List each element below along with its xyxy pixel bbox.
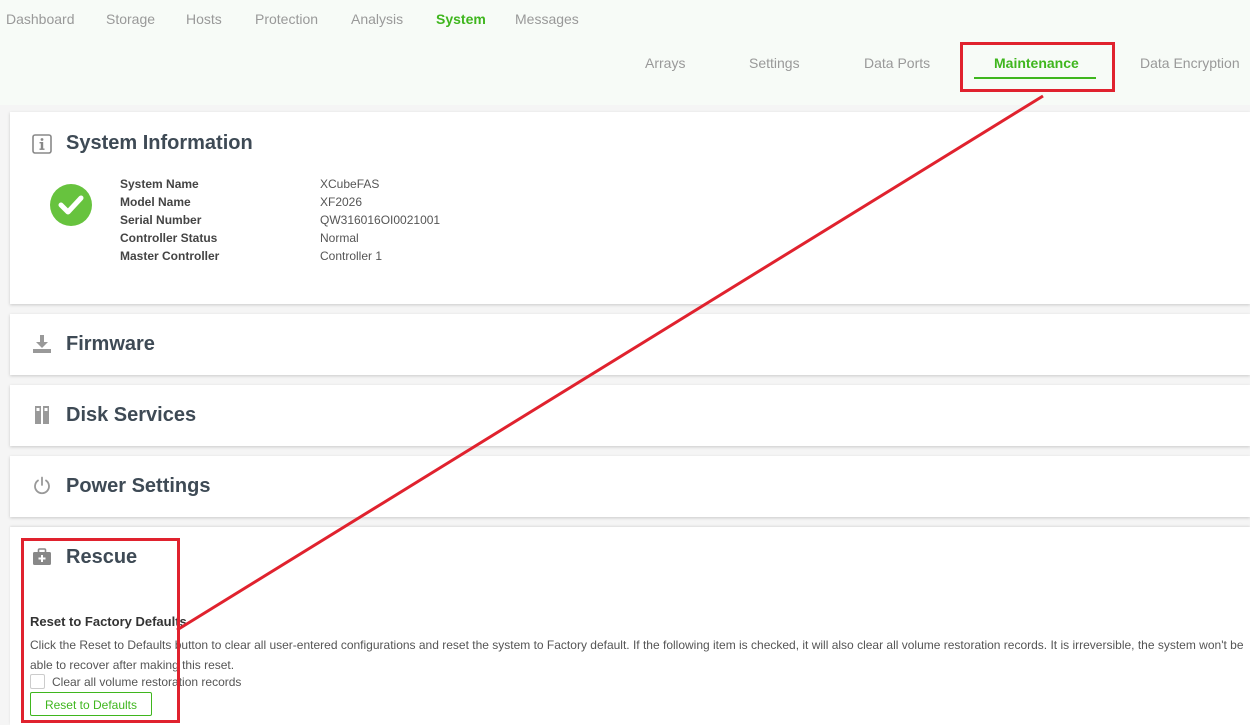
disk-icon <box>35 406 49 424</box>
nav-analysis[interactable]: Analysis <box>351 11 403 27</box>
maintenance-highlight-box <box>960 42 1115 92</box>
rescue-panel: Rescue Reset to Factory Defaults Click t… <box>10 527 1250 725</box>
controller-status-label: Controller Status <box>120 231 218 245</box>
info-icon <box>32 134 52 154</box>
panel-title: Power Settings <box>66 475 211 497</box>
master-controller-value: Controller 1 <box>320 249 383 263</box>
model-name-label: Model Name <box>120 195 191 209</box>
nav-storage[interactable]: Storage <box>106 11 155 27</box>
nav-system[interactable]: System <box>436 11 486 27</box>
nav-hosts[interactable]: Hosts <box>186 11 222 27</box>
system-name-value: XCubeFAS <box>320 177 380 191</box>
check-circle-icon <box>50 184 92 226</box>
serial-number-value: QW316016OI0021001 <box>320 213 441 227</box>
tab-data-encryption[interactable]: Data Encryption <box>1140 55 1240 71</box>
tab-settings[interactable]: Settings <box>749 55 800 71</box>
firmware-panel[interactable]: Firmware <box>10 314 1250 375</box>
nav-dashboard[interactable]: Dashboard <box>6 11 75 27</box>
system-name-label: System Name <box>120 177 199 191</box>
nav-messages[interactable]: Messages <box>515 11 579 27</box>
power-icon <box>34 476 50 495</box>
tab-data-ports[interactable]: Data Ports <box>864 55 930 71</box>
model-name-value: XF2026 <box>320 195 363 209</box>
panel-title: Disk Services <box>66 404 197 426</box>
disk-services-panel[interactable]: Disk Services <box>10 385 1250 446</box>
controller-status-value: Normal <box>320 231 359 245</box>
rescue-highlight-box <box>21 538 180 723</box>
nav-protection[interactable]: Protection <box>255 11 318 27</box>
serial-number-label: Serial Number <box>120 213 202 227</box>
panel-title: Firmware <box>66 333 155 355</box>
system-information-panel: System Information System Name XCubeFAS … <box>10 112 1250 304</box>
panel-title: System Information <box>66 132 253 154</box>
tab-arrays[interactable]: Arrays <box>645 55 685 71</box>
reset-description: Click the Reset to Defaults button to cl… <box>30 638 1244 672</box>
master-controller-label: Master Controller <box>120 249 220 263</box>
download-icon <box>33 335 51 353</box>
power-settings-panel[interactable]: Power Settings <box>10 456 1250 517</box>
